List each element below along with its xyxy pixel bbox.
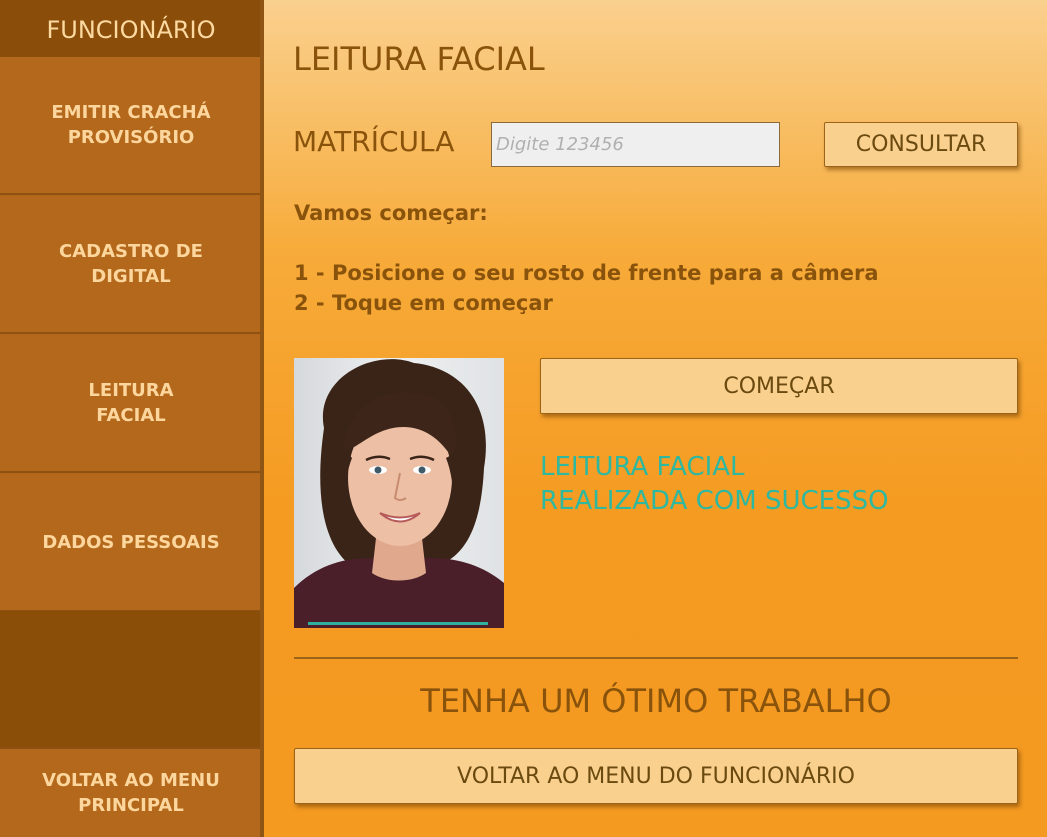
instructions: Vamos começar: 1 - Posicione o seu rosto… — [294, 198, 879, 318]
consultar-button[interactable]: CONSULTAR — [824, 122, 1018, 167]
instructions-intro: Vamos começar: — [294, 201, 488, 225]
instructions-step-1: 1 - Posicione o seu rosto de frente para… — [294, 261, 879, 285]
success-line-2: REALIZADA COM SUCESSO — [540, 486, 889, 516]
sidebar-back-button[interactable]: VOLTAR AO MENU PRINCIPAL — [0, 747, 262, 837]
divider — [294, 657, 1018, 659]
scan-progress-bar — [308, 622, 488, 625]
footer-message: TENHA UM ÓTIMO TRABALHO — [420, 682, 892, 720]
matricula-label: MATRÍCULA — [293, 125, 455, 158]
page-title: LEITURA FACIAL — [293, 40, 545, 78]
sidebar-item-cadastro-digital[interactable]: CADASTRO DE DIGITAL — [0, 196, 262, 334]
sidebar-title: FUNCIONÁRIO — [0, 0, 262, 57]
sidebar: FUNCIONÁRIO EMITIR CRACHÁ PROVISÓRIO CAD… — [0, 0, 262, 837]
voltar-menu-funcionario-button[interactable]: VOLTAR AO MENU DO FUNCIONÁRIO — [294, 748, 1018, 804]
success-message: LEITURA FACIAL REALIZADA COM SUCESSO — [540, 450, 889, 518]
sidebar-item-emitir-cracha[interactable]: EMITIR CRACHÁ PROVISÓRIO — [0, 57, 262, 195]
sidebar-item-leitura-facial[interactable]: LEITURA FACIAL — [0, 335, 262, 473]
matricula-input[interactable] — [491, 122, 780, 167]
main-panel: LEITURA FACIAL MATRÍCULA CONSULTAR Vamos… — [264, 0, 1047, 837]
face-portrait-image — [294, 358, 504, 628]
sidebar-filler — [0, 611, 262, 747]
sidebar-item-dados-pessoais[interactable]: DADOS PESSOAIS — [0, 474, 262, 612]
success-line-1: LEITURA FACIAL — [540, 452, 745, 482]
comecar-button[interactable]: COMEÇAR — [540, 358, 1018, 414]
instructions-step-2: 2 - Toque em começar — [294, 291, 553, 315]
face-photo — [294, 358, 504, 628]
